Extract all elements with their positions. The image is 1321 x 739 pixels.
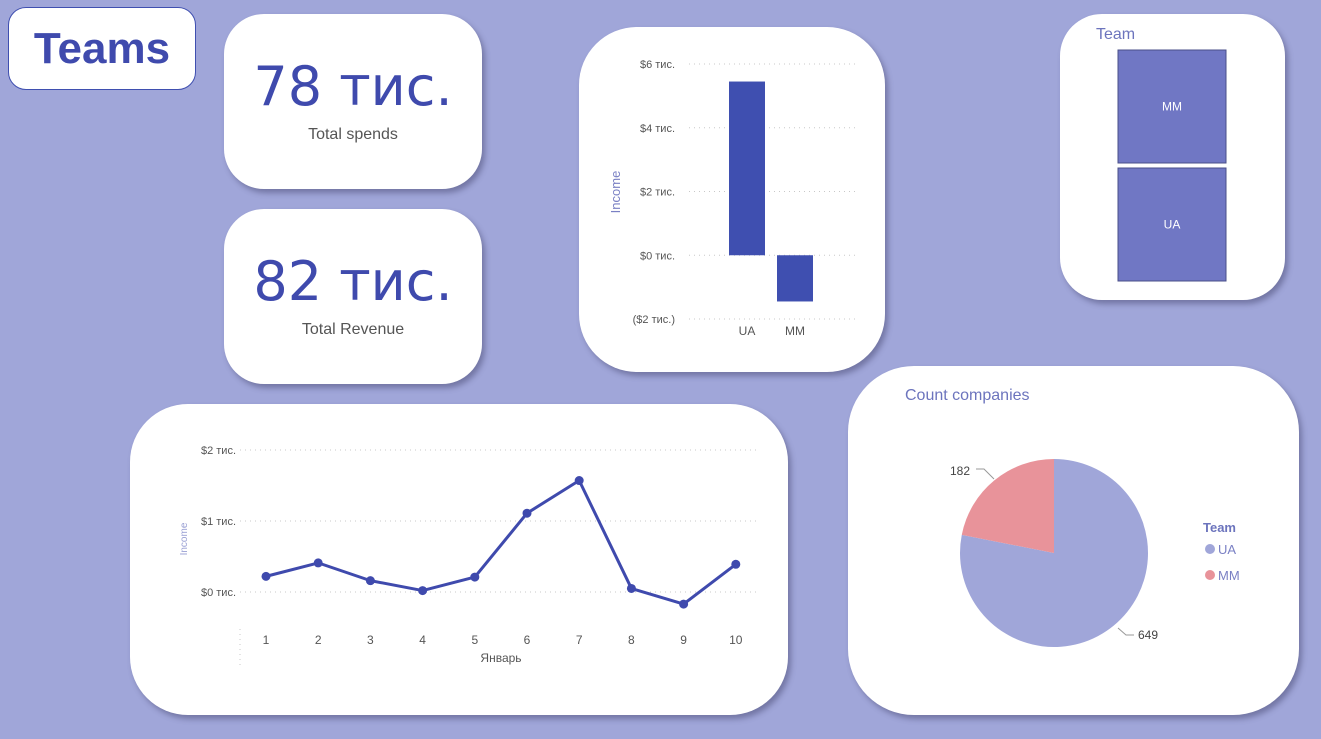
- bar-mm[interactable]: [777, 255, 813, 302]
- slicer-tile-label: UA: [1164, 218, 1181, 232]
- x-tick-label: 10: [729, 633, 743, 647]
- x-tick-label: UA: [739, 324, 756, 338]
- team-slicer-card[interactable]: Team MM UA: [1060, 14, 1285, 300]
- x-tick-label: 1: [263, 633, 270, 647]
- data-point[interactable]: [731, 559, 741, 569]
- page-title: Teams: [33, 23, 171, 73]
- y-axis-label: Income: [179, 522, 190, 555]
- legend-marker: [1205, 570, 1215, 580]
- y-tick-label: $0 тис.: [640, 250, 675, 262]
- data-point[interactable]: [470, 572, 480, 582]
- kpi-label-total-spends: Total spends: [308, 125, 398, 143]
- page-title-card: Teams: [8, 7, 196, 90]
- legend-item[interactable]: UA: [1218, 542, 1236, 557]
- income-line-chart[interactable]: $2 тис. $1 тис. $0 тис. Income 1 2 3 4 5 6 7 8 9 10 Ян…: [130, 404, 788, 715]
- x-tick-label: 5: [471, 633, 478, 647]
- y-axis-label: Income: [608, 171, 623, 214]
- income-bar-chart[interactable]: $6 тис. $4 тис. $2 тис. $0 тис. ($2 тис.) Inc…: [579, 27, 885, 372]
- y-tick-label: $2 тис.: [640, 187, 675, 199]
- data-point[interactable]: [418, 586, 428, 596]
- data-point[interactable]: [679, 599, 689, 609]
- x-tick-label: 9: [680, 633, 687, 647]
- data-label-leader: [976, 468, 995, 480]
- data-point[interactable]: [626, 583, 636, 593]
- y-tick-label: $0 тис.: [201, 587, 236, 599]
- income-bar-chart-card[interactable]: $6 тис. $4 тис. $2 тис. $0 тис. ($2 тис.) Inc…: [579, 27, 885, 372]
- kpi-value-total-spends: 78 тис.: [253, 54, 453, 118]
- count-companies-pie-chart[interactable]: Count companies 649 182 Team UA MM: [848, 366, 1299, 715]
- data-label-leader: [1117, 627, 1134, 636]
- data-point[interactable]: [365, 576, 375, 586]
- kpi-card-total-revenue[interactable]: 82 тис. Total Revenue: [224, 209, 482, 384]
- x-tick-label: 8: [628, 633, 635, 647]
- y-tick-label: $1 тис.: [201, 516, 236, 528]
- data-point[interactable]: [522, 508, 532, 518]
- count-companies-pie-card[interactable]: Count companies 649 182 Team UA MM: [848, 366, 1299, 715]
- data-point[interactable]: [313, 558, 323, 568]
- chart-title: Count companies: [905, 387, 1030, 404]
- x-tick-label: MM: [785, 324, 805, 338]
- kpi-label-total-revenue: Total Revenue: [301, 320, 405, 338]
- data-point[interactable]: [261, 571, 271, 581]
- y-tick-label: $2 тис.: [201, 445, 236, 457]
- data-label: 182: [950, 464, 970, 478]
- y-tick-label: $6 тис.: [640, 59, 675, 71]
- legend-item[interactable]: MM: [1218, 568, 1240, 583]
- x-tick-label: 6: [524, 633, 531, 647]
- legend-title: Team: [1203, 520, 1236, 535]
- kpi-card-total-spends[interactable]: 78 тис. Total spends: [224, 14, 482, 189]
- kpi-value-total-revenue: 82 тис.: [253, 249, 453, 313]
- y-tick-label: $4 тис.: [640, 123, 675, 135]
- x-tick-label: 3: [367, 633, 374, 647]
- data-label: 649: [1138, 628, 1158, 642]
- x-tick-label: 7: [576, 633, 583, 647]
- bar-ua[interactable]: [729, 81, 765, 256]
- x-tick-label: 4: [419, 633, 426, 647]
- data-point[interactable]: [574, 476, 584, 486]
- x-tick-label: 2: [315, 633, 322, 647]
- slicer-tile-label: MM: [1162, 100, 1182, 114]
- income-series-line[interactable]: [265, 479, 737, 606]
- team-slicer[interactable]: Team MM UA: [1060, 14, 1285, 300]
- legend-marker: [1205, 544, 1215, 554]
- y-tick-label: ($2 тис.): [633, 314, 675, 326]
- income-line-chart-card[interactable]: $2 тис. $1 тис. $0 тис. Income 1 2 3 4 5 6 7 8 9 10 Ян…: [130, 404, 788, 715]
- slicer-title: Team: [1096, 26, 1135, 43]
- x-axis-label: Январь: [480, 651, 521, 665]
